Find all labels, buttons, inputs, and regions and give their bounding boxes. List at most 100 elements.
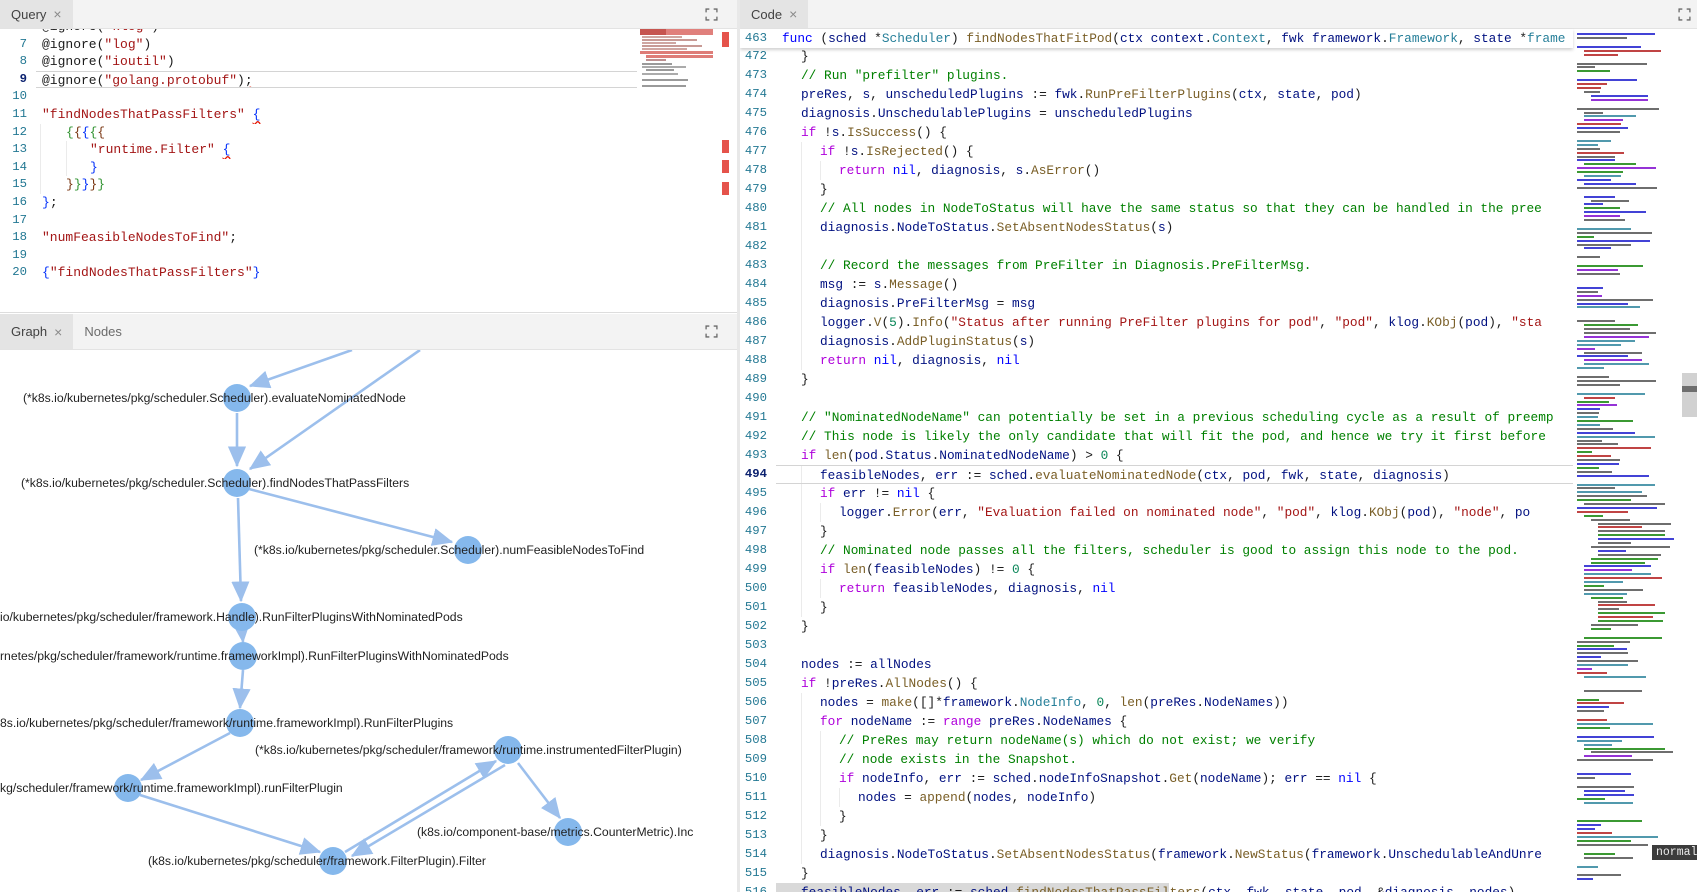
code-line[interactable]: 497}	[740, 522, 1573, 541]
query-line[interactable]: 15}}}}}	[0, 176, 637, 194]
query-line[interactable]: 6@ignore("klog")	[0, 29, 637, 36]
code-minimap[interactable]	[1573, 29, 1687, 892]
tab-query[interactable]: Query ×	[0, 0, 73, 28]
minimap-bar	[1591, 751, 1673, 753]
code-line[interactable]: 501}	[740, 598, 1573, 617]
scrollbar-thumb[interactable]	[1682, 373, 1697, 417]
query-line[interactable]: 17	[0, 212, 637, 230]
graph-node-label[interactable]: 8s.io/kubernetes/pkg/scheduler/framework…	[0, 715, 453, 731]
graph-node-label[interactable]: rnetes/pkg/scheduler/framework/runtime.f…	[0, 648, 509, 664]
query-editor[interactable]: 6@ignore("klog")7@ignore("log")8@ignore(…	[0, 29, 637, 313]
close-icon[interactable]: ×	[789, 7, 797, 21]
code-line[interactable]: 493if len(pod.Status.NominatedNodeName) …	[740, 446, 1573, 465]
code-line[interactable]: 508// PreRes may return nodeName(s) whic…	[740, 731, 1573, 750]
minimap-bar	[1598, 534, 1665, 536]
code-line[interactable]: 502}	[740, 617, 1573, 636]
code-scrollbar[interactable]	[1682, 29, 1697, 892]
code-line[interactable]: 498// Nominated node passes all the filt…	[740, 541, 1573, 560]
call-graph-canvas[interactable]: (*k8s.io/kubernetes/pkg/scheduler.Schedu…	[0, 350, 737, 892]
code-line[interactable]: 485diagnosis.PreFilterMsg = msg	[740, 294, 1573, 313]
code-line[interactable]: 481diagnosis.NodeToStatus.SetAbsentNodes…	[740, 218, 1573, 237]
graph-node-label[interactable]: kg/scheduler/framework/runtime.framework…	[0, 780, 343, 796]
graph-node-label[interactable]: io/kubernetes/pkg/scheduler/framework.Ha…	[0, 609, 463, 625]
code-line[interactable]: 475diagnosis.UnschedulablePlugins = unsc…	[740, 104, 1573, 123]
code-editor[interactable]: 472}473// Run "prefilter" plugins.474pre…	[740, 47, 1573, 892]
code-line[interactable]: 495if err != nil {	[740, 484, 1573, 503]
query-line[interactable]: 9@ignore("golang.protobuf");	[0, 71, 637, 89]
graph-node-label[interactable]: (*k8s.io/kubernetes/pkg/scheduler/framew…	[255, 742, 682, 758]
code-line[interactable]: 507for nodeName := range preRes.NodeName…	[740, 712, 1573, 731]
tab-code[interactable]: Code ×	[740, 0, 808, 28]
code-line[interactable]: 514diagnosis.NodeToStatus.SetAbsentNodes…	[740, 845, 1573, 864]
code-line[interactable]: 510if nodeInfo, err := sched.nodeInfoSna…	[740, 769, 1573, 788]
code-line[interactable]: 474preRes, s, unscheduledPlugins := fwk.…	[740, 85, 1573, 104]
code-line[interactable]: 487diagnosis.AddPluginStatus(s)	[740, 332, 1573, 351]
code-line[interactable]: 483// Record the messages from PreFilter…	[740, 256, 1573, 275]
minimap-bar	[646, 59, 666, 61]
error-mark	[722, 32, 729, 47]
query-line[interactable]: 8@ignore("ioutil")	[0, 53, 637, 71]
expand-icon[interactable]	[705, 8, 719, 22]
code-line[interactable]: 477if !s.IsRejected() {	[740, 142, 1573, 161]
query-line[interactable]: 18"numFeasibleNodesToFind";	[0, 229, 637, 247]
code-line[interactable]: 490	[740, 389, 1573, 408]
graph-node-label[interactable]: (*k8s.io/kubernetes/pkg/scheduler.Schedu…	[23, 390, 406, 406]
code-line[interactable]: 479}	[740, 180, 1573, 199]
code-line[interactable]: 480// All nodes in NodeToStatus will hav…	[740, 199, 1573, 218]
code-line[interactable]: 509// node exists in the Snapshot.	[740, 750, 1573, 769]
code-line[interactable]: 484msg := s.Message()	[740, 275, 1573, 294]
code-line[interactable]: 472}	[740, 47, 1573, 66]
code-line[interactable]: 506nodes = make([]*framework.NodeInfo, 0…	[740, 693, 1573, 712]
line-number: 516	[740, 883, 776, 892]
close-icon[interactable]: ×	[53, 7, 61, 21]
sticky-scroll-line[interactable]: 463func (sched *Scheduler) findNodesThat…	[740, 29, 1573, 48]
expand-icon[interactable]	[1678, 8, 1692, 22]
code-line[interactable]: 488return nil, diagnosis, nil	[740, 351, 1573, 370]
query-line[interactable]: 16};	[0, 194, 637, 212]
code-line[interactable]: 504nodes := allNodes	[740, 655, 1573, 674]
code-line[interactable]: 494feasibleNodes, err := sched.evaluateN…	[740, 465, 1573, 484]
tab-nodes-label: Nodes	[84, 324, 122, 339]
code-line[interactable]: 492// This node is likely the only candi…	[740, 427, 1573, 446]
code-line[interactable]: 496logger.Error(err, "Evaluation failed …	[740, 503, 1573, 522]
query-line[interactable]: 7@ignore("log")	[0, 36, 637, 54]
minimap-bar	[1577, 416, 1598, 418]
code-line[interactable]: 491// "NominatedNodeName" can potentiall…	[740, 408, 1573, 427]
graph-node-label[interactable]: (k8s.io/component-base/metrics.CounterMe…	[417, 824, 693, 840]
query-line[interactable]: 11"findNodesThatPassFilters" {	[0, 106, 637, 124]
code-line[interactable]: 482	[740, 237, 1573, 256]
code-line[interactable]: 505if !preRes.AllNodes() {	[740, 674, 1573, 693]
tab-nodes[interactable]: Nodes	[73, 314, 133, 349]
code-line[interactable]: 473// Run "prefilter" plugins.	[740, 66, 1573, 85]
line-number: 463	[740, 29, 776, 48]
query-scrollbar[interactable]	[722, 29, 730, 313]
query-line[interactable]: 13"runtime.Filter" {	[0, 141, 637, 159]
code-line[interactable]: 515}	[740, 864, 1573, 883]
code-line[interactable]: 478return nil, diagnosis, s.AsError()	[740, 161, 1573, 180]
query-minimap[interactable]	[640, 29, 713, 96]
tab-graph[interactable]: Graph ×	[0, 314, 73, 349]
code-line[interactable]: 463func (sched *Scheduler) findNodesThat…	[740, 29, 1573, 48]
code-line[interactable]: 486logger.V(5).Info("Status after runnin…	[740, 313, 1573, 332]
code-line[interactable]: 516feasibleNodes, err := sched.findNodes…	[740, 883, 1573, 892]
graph-node-label[interactable]: (*k8s.io/kubernetes/pkg/scheduler.Schedu…	[254, 542, 644, 558]
code-line[interactable]: 499if len(feasibleNodes) != 0 {	[740, 560, 1573, 579]
graph-node-label[interactable]: (*k8s.io/kubernetes/pkg/scheduler.Schedu…	[21, 475, 409, 491]
query-line[interactable]: 19	[0, 247, 637, 265]
query-line[interactable]: 20{"findNodesThatPassFilters"}	[0, 264, 637, 282]
query-line[interactable]: 12{{{{{	[0, 124, 637, 142]
code-line[interactable]: 513}	[740, 826, 1573, 845]
code-line[interactable]: 476if !s.IsSuccess() {	[740, 123, 1573, 142]
code-line[interactable]: 512}	[740, 807, 1573, 826]
minimap-bar	[1577, 777, 1595, 779]
graph-node-label[interactable]: (k8s.io/kubernetes/pkg/scheduler/framewo…	[148, 853, 486, 869]
code-line[interactable]: 503	[740, 636, 1573, 655]
close-icon[interactable]: ×	[54, 325, 62, 339]
code-line[interactable]: 511nodes = append(nodes, nodeInfo)	[740, 788, 1573, 807]
query-line[interactable]: 10	[0, 88, 637, 106]
query-line[interactable]: 14}	[0, 159, 637, 177]
code-line[interactable]: 489}	[740, 370, 1573, 389]
code-line[interactable]: 500return feasibleNodes, diagnosis, nil	[740, 579, 1573, 598]
expand-icon[interactable]	[705, 325, 719, 339]
minimap-bar	[1584, 853, 1615, 855]
